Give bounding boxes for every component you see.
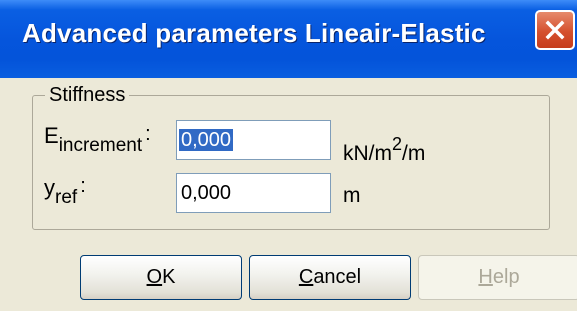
e-increment-input[interactable]: 0,000 [176, 120, 331, 160]
e-increment-value: 0,000 [179, 129, 234, 151]
close-button[interactable] [535, 10, 575, 50]
y-ref-input[interactable]: 0,000 [176, 173, 331, 213]
help-button: Help [418, 255, 577, 300]
ok-button[interactable]: OK [80, 255, 242, 300]
y-ref-label: yref: [44, 175, 86, 208]
window-title: Advanced parameters Lineair-Elastic [22, 18, 486, 48]
close-icon [545, 20, 565, 40]
cancel-button[interactable]: Cancel [249, 255, 411, 300]
stiffness-group-label: Stiffness [45, 84, 130, 107]
e-increment-label: Eincrement: [44, 123, 151, 156]
y-ref-unit: m [343, 184, 361, 207]
e-increment-unit: kN/m2/m [343, 134, 426, 165]
y-ref-value: 0,000 [181, 182, 232, 204]
title-bar[interactable]: Advanced parameters Lineair-Elastic [0, 0, 577, 78]
